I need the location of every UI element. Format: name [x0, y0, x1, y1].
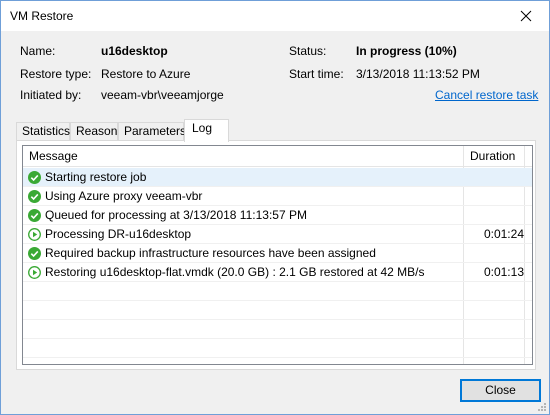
- start-time-label: Start time:: [289, 67, 344, 81]
- log-message: Required backup infrastructure resources…: [45, 246, 376, 260]
- log-message: Starting restore job: [45, 170, 147, 184]
- initiated-by-value: veeam-vbr\veeamjorge: [101, 88, 224, 102]
- log-row[interactable]: Starting restore job: [23, 168, 532, 187]
- name-label: Name:: [20, 44, 56, 58]
- empty-row: [23, 282, 532, 301]
- status-value: In progress (10%): [356, 44, 457, 58]
- empty-row: [23, 301, 532, 320]
- close-icon[interactable]: [503, 1, 549, 31]
- duration-column-header[interactable]: Duration: [464, 146, 515, 167]
- initiated-by-label: Initiated by:: [20, 88, 82, 102]
- log-row[interactable]: Queued for processing at 3/13/2018 11:13…: [23, 206, 532, 225]
- empty-row: [23, 339, 532, 358]
- log-row[interactable]: Required backup infrastructure resources…: [23, 244, 532, 263]
- log-message: Queued for processing at 3/13/2018 11:13…: [45, 208, 307, 222]
- tab-log-label: Log: [192, 121, 213, 135]
- log-row[interactable]: Restoring u16desktop-flat.vmdk (20.0 GB)…: [23, 263, 532, 282]
- vm-restore-dialog: VM Restore Name: u16desktop Restore type…: [0, 0, 550, 415]
- check-circle-icon: [28, 171, 41, 184]
- restore-type-label: Restore type:: [20, 67, 92, 81]
- tab-statistics[interactable]: Statistics: [16, 122, 70, 141]
- empty-row: [23, 320, 532, 339]
- cancel-restore-link[interactable]: Cancel restore task: [435, 88, 538, 102]
- check-circle-icon: [28, 209, 41, 222]
- close-button[interactable]: Close: [460, 379, 541, 402]
- message-column-header[interactable]: Message: [23, 146, 78, 167]
- tab-statistics-label: Statistics: [22, 124, 71, 138]
- window-title: VM Restore: [10, 9, 74, 23]
- status-label: Status:: [289, 44, 327, 58]
- tab-parameters-label: Parameters: [124, 124, 187, 138]
- play-circle-icon: [28, 266, 41, 279]
- log-message: Using Azure proxy veeam-vbr: [45, 189, 203, 203]
- tab-log[interactable]: Log: [184, 119, 229, 142]
- log-row[interactable]: Using Azure proxy veeam-vbr: [23, 187, 532, 206]
- check-circle-icon: [28, 190, 41, 203]
- log-duration: 0:01:24: [483, 227, 524, 241]
- restore-type-value: Restore to Azure: [101, 67, 191, 81]
- play-circle-icon: [28, 228, 41, 241]
- log-duration: 0:01:13: [483, 265, 524, 279]
- resize-grip-icon[interactable]: [536, 401, 546, 411]
- name-value: u16desktop: [101, 44, 168, 58]
- tab-parameters[interactable]: Parameters: [118, 122, 187, 141]
- log-row[interactable]: Processing DR-u16desktop 0:01:24: [23, 225, 532, 244]
- check-circle-icon: [28, 247, 41, 260]
- tab-reason-label: Reason: [76, 124, 118, 138]
- tab-reason[interactable]: Reason: [70, 122, 118, 141]
- log-message: Processing DR-u16desktop: [45, 227, 192, 241]
- log-grid[interactable]: Message Duration Starting restore job Us…: [22, 145, 533, 365]
- log-panel: Message Duration Starting restore job Us…: [16, 140, 536, 370]
- title-bar: VM Restore: [1, 1, 549, 31]
- start-time-value: 3/13/2018 11:13:52 PM: [356, 67, 480, 81]
- log-message: Restoring u16desktop-flat.vmdk (20.0 GB)…: [45, 265, 425, 279]
- log-grid-header: Message Duration: [23, 146, 532, 167]
